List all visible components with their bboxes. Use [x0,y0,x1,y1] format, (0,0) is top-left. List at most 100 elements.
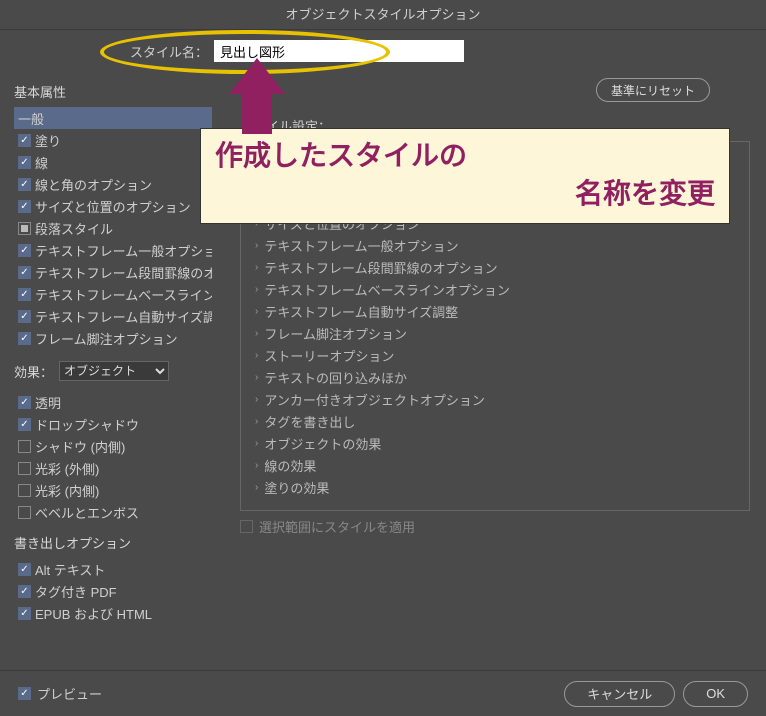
checkbox[interactable]: ✓ [18,244,31,257]
chevron-right-icon: › [255,328,258,339]
annotation-callout: 作成したスタイルの 名称を変更 [200,128,730,224]
basic-item[interactable]: ✓ サイズと位置のオプション [14,195,212,217]
checkbox[interactable]: ✓ [18,156,31,169]
effect-item[interactable]: ベベルとエンボス [14,501,212,523]
checkbox[interactable]: ✓ [18,134,31,147]
checkbox[interactable]: ✓ [18,563,31,576]
basic-item[interactable]: ✓ テキストフレーム自動サイズ調整 [14,305,212,327]
reset-to-base-button[interactable]: 基準にリセット [596,78,710,102]
effect-item-label: 光彩 (外側) [35,459,99,478]
chevron-right-icon: › [255,284,258,295]
basic-item-label: サイズと位置のオプション [35,197,191,216]
effect-item-label: ドロップシャドウ [35,415,139,434]
tree-item[interactable]: ›線の効果 [247,454,749,476]
checkbox[interactable] [18,484,31,497]
checkbox[interactable] [18,440,31,453]
basic-item[interactable]: 一般 [14,107,212,129]
tree-item-label: オブジェクトの効果 [264,434,381,453]
checkbox[interactable]: ✓ [18,585,31,598]
tree-item-label: 塗りの効果 [264,478,329,497]
checkbox[interactable]: ✓ [18,332,31,345]
export-item-label: Alt テキスト [35,560,105,579]
effect-item-label: 透明 [35,393,61,412]
basic-item-label: テキストフレーム自動サイズ調整 [35,307,212,326]
sidebar: 基本属性 一般✓塗り✓線✓線と角のオプション✓サイズと位置のオプション段落スタイ… [0,72,220,640]
checkbox[interactable]: ✓ [18,266,31,279]
tree-item-label: テキストの回り込みほか [264,368,407,387]
basic-item-label: テキストフレーム段間罫線のオプション [35,263,212,282]
chevron-right-icon: › [255,394,258,405]
basic-item[interactable]: ✓塗り [14,129,212,151]
ok-button[interactable]: OK [683,681,748,707]
effect-item-label: ベベルとエンボス [35,503,139,522]
basic-item[interactable]: ✓ テキストフレーム段間罫線のオプション [14,261,212,283]
basic-item[interactable]: ✓フレーム脚注オプション [14,327,212,349]
export-item[interactable]: ✓タグ付き PDF [14,580,212,602]
tree-item[interactable]: › 塗りの効果 [247,476,749,498]
basic-item[interactable]: ✓テキストフレーム一般オプション [14,239,212,261]
tree-item-label: テキストフレーム自動サイズ調整 [264,302,458,321]
dialog-title: オブジェクトスタイルオプション [0,0,766,30]
style-name-label: スタイル名： [130,42,208,61]
chevron-right-icon: › [255,306,258,317]
basic-item-label: 線と角のオプション [35,175,152,194]
basic-item[interactable]: ✓線 [14,151,212,173]
basic-item[interactable]: ✓ 線と角のオプション [14,173,212,195]
effect-item[interactable]: 光彩 (外側) [14,457,212,479]
checkbox[interactable]: ✓ [18,418,31,431]
effect-item[interactable]: シャドウ (内側) [14,435,212,457]
checkbox[interactable]: ✓ [18,607,31,620]
checkbox[interactable] [18,506,31,519]
chevron-right-icon: › [255,482,258,493]
checkbox[interactable]: ✓ [18,396,31,409]
checkbox[interactable]: ✓ [18,200,31,213]
tree-item[interactable]: › テキストフレーム一般オプション [247,234,749,256]
basic-item-label: 一般 [18,109,44,128]
effect-item-label: 光彩 (内側) [35,481,99,500]
tree-item[interactable]: › テキストフレームベースラインオプション [247,278,749,300]
tree-item-label: フレーム脚注オプション [264,324,407,343]
preview-label: プレビュー [37,684,102,703]
tree-item-label: テキストフレーム一般オプション [264,236,458,255]
apply-to-selection-checkbox [240,520,253,533]
effect-item[interactable]: ✓ ドロップシャドウ [14,413,212,435]
checkbox[interactable]: ✓ [18,178,31,191]
chevron-right-icon: › [255,240,258,251]
basic-item-label: 段落スタイル [35,219,113,238]
tree-item-label: テキストフレームベースラインオプション [264,280,510,299]
tree-item[interactable]: › テキストの回り込みほか [247,366,749,388]
cancel-button[interactable]: キャンセル [564,681,675,707]
basic-attributes-head: 基本属性 [14,82,212,101]
export-item[interactable]: ✓ EPUB および HTML [14,602,212,624]
tree-item[interactable]: › テキストフレーム段間罫線のオプション [247,256,749,278]
basic-item[interactable]: ✓テキストフレームベースラインオプション [14,283,212,305]
basic-item[interactable]: 段落スタイル [14,217,212,239]
effect-item[interactable]: 光彩 (内側) [14,479,212,501]
checkbox[interactable] [18,222,31,235]
checkbox[interactable] [18,462,31,475]
chevron-right-icon: › [255,372,258,383]
effect-head: 効果： [14,362,53,381]
export-item-label: EPUB および HTML [35,604,152,623]
tree-item[interactable]: › アンカー付きオブジェクトオプション [247,388,749,410]
tree-item[interactable]: ›オブジェクトの効果 [247,432,749,454]
tree-item[interactable]: ›タグを書き出し [247,410,749,432]
checkbox[interactable]: ✓ [18,288,31,301]
tree-item[interactable]: › テキストフレーム自動サイズ調整 [247,300,749,322]
effect-item[interactable]: ✓ 透明 [14,391,212,413]
checkbox[interactable]: ✓ [18,310,31,323]
tree-item-label: アンカー付きオブジェクトオプション [264,390,484,409]
chevron-right-icon: › [255,460,258,471]
preview-checkbox[interactable]: ✓ [18,687,31,700]
export-item[interactable]: ✓ Alt テキスト [14,558,212,580]
tree-item-label: テキストフレーム段間罫線のオプション [264,258,497,277]
tree-item-label: ストーリーオプション [264,346,394,365]
chevron-right-icon: › [255,262,258,273]
effect-item-label: シャドウ (内側) [35,437,125,456]
export-options-head: 書き出しオプション [14,533,212,552]
tree-item-label: タグを書き出し [264,412,355,431]
tree-item[interactable]: › フレーム脚注オプション [247,322,749,344]
effect-select[interactable]: オブジェクト [59,361,169,381]
chevron-right-icon: › [255,350,258,361]
tree-item[interactable]: › ストーリーオプション [247,344,749,366]
